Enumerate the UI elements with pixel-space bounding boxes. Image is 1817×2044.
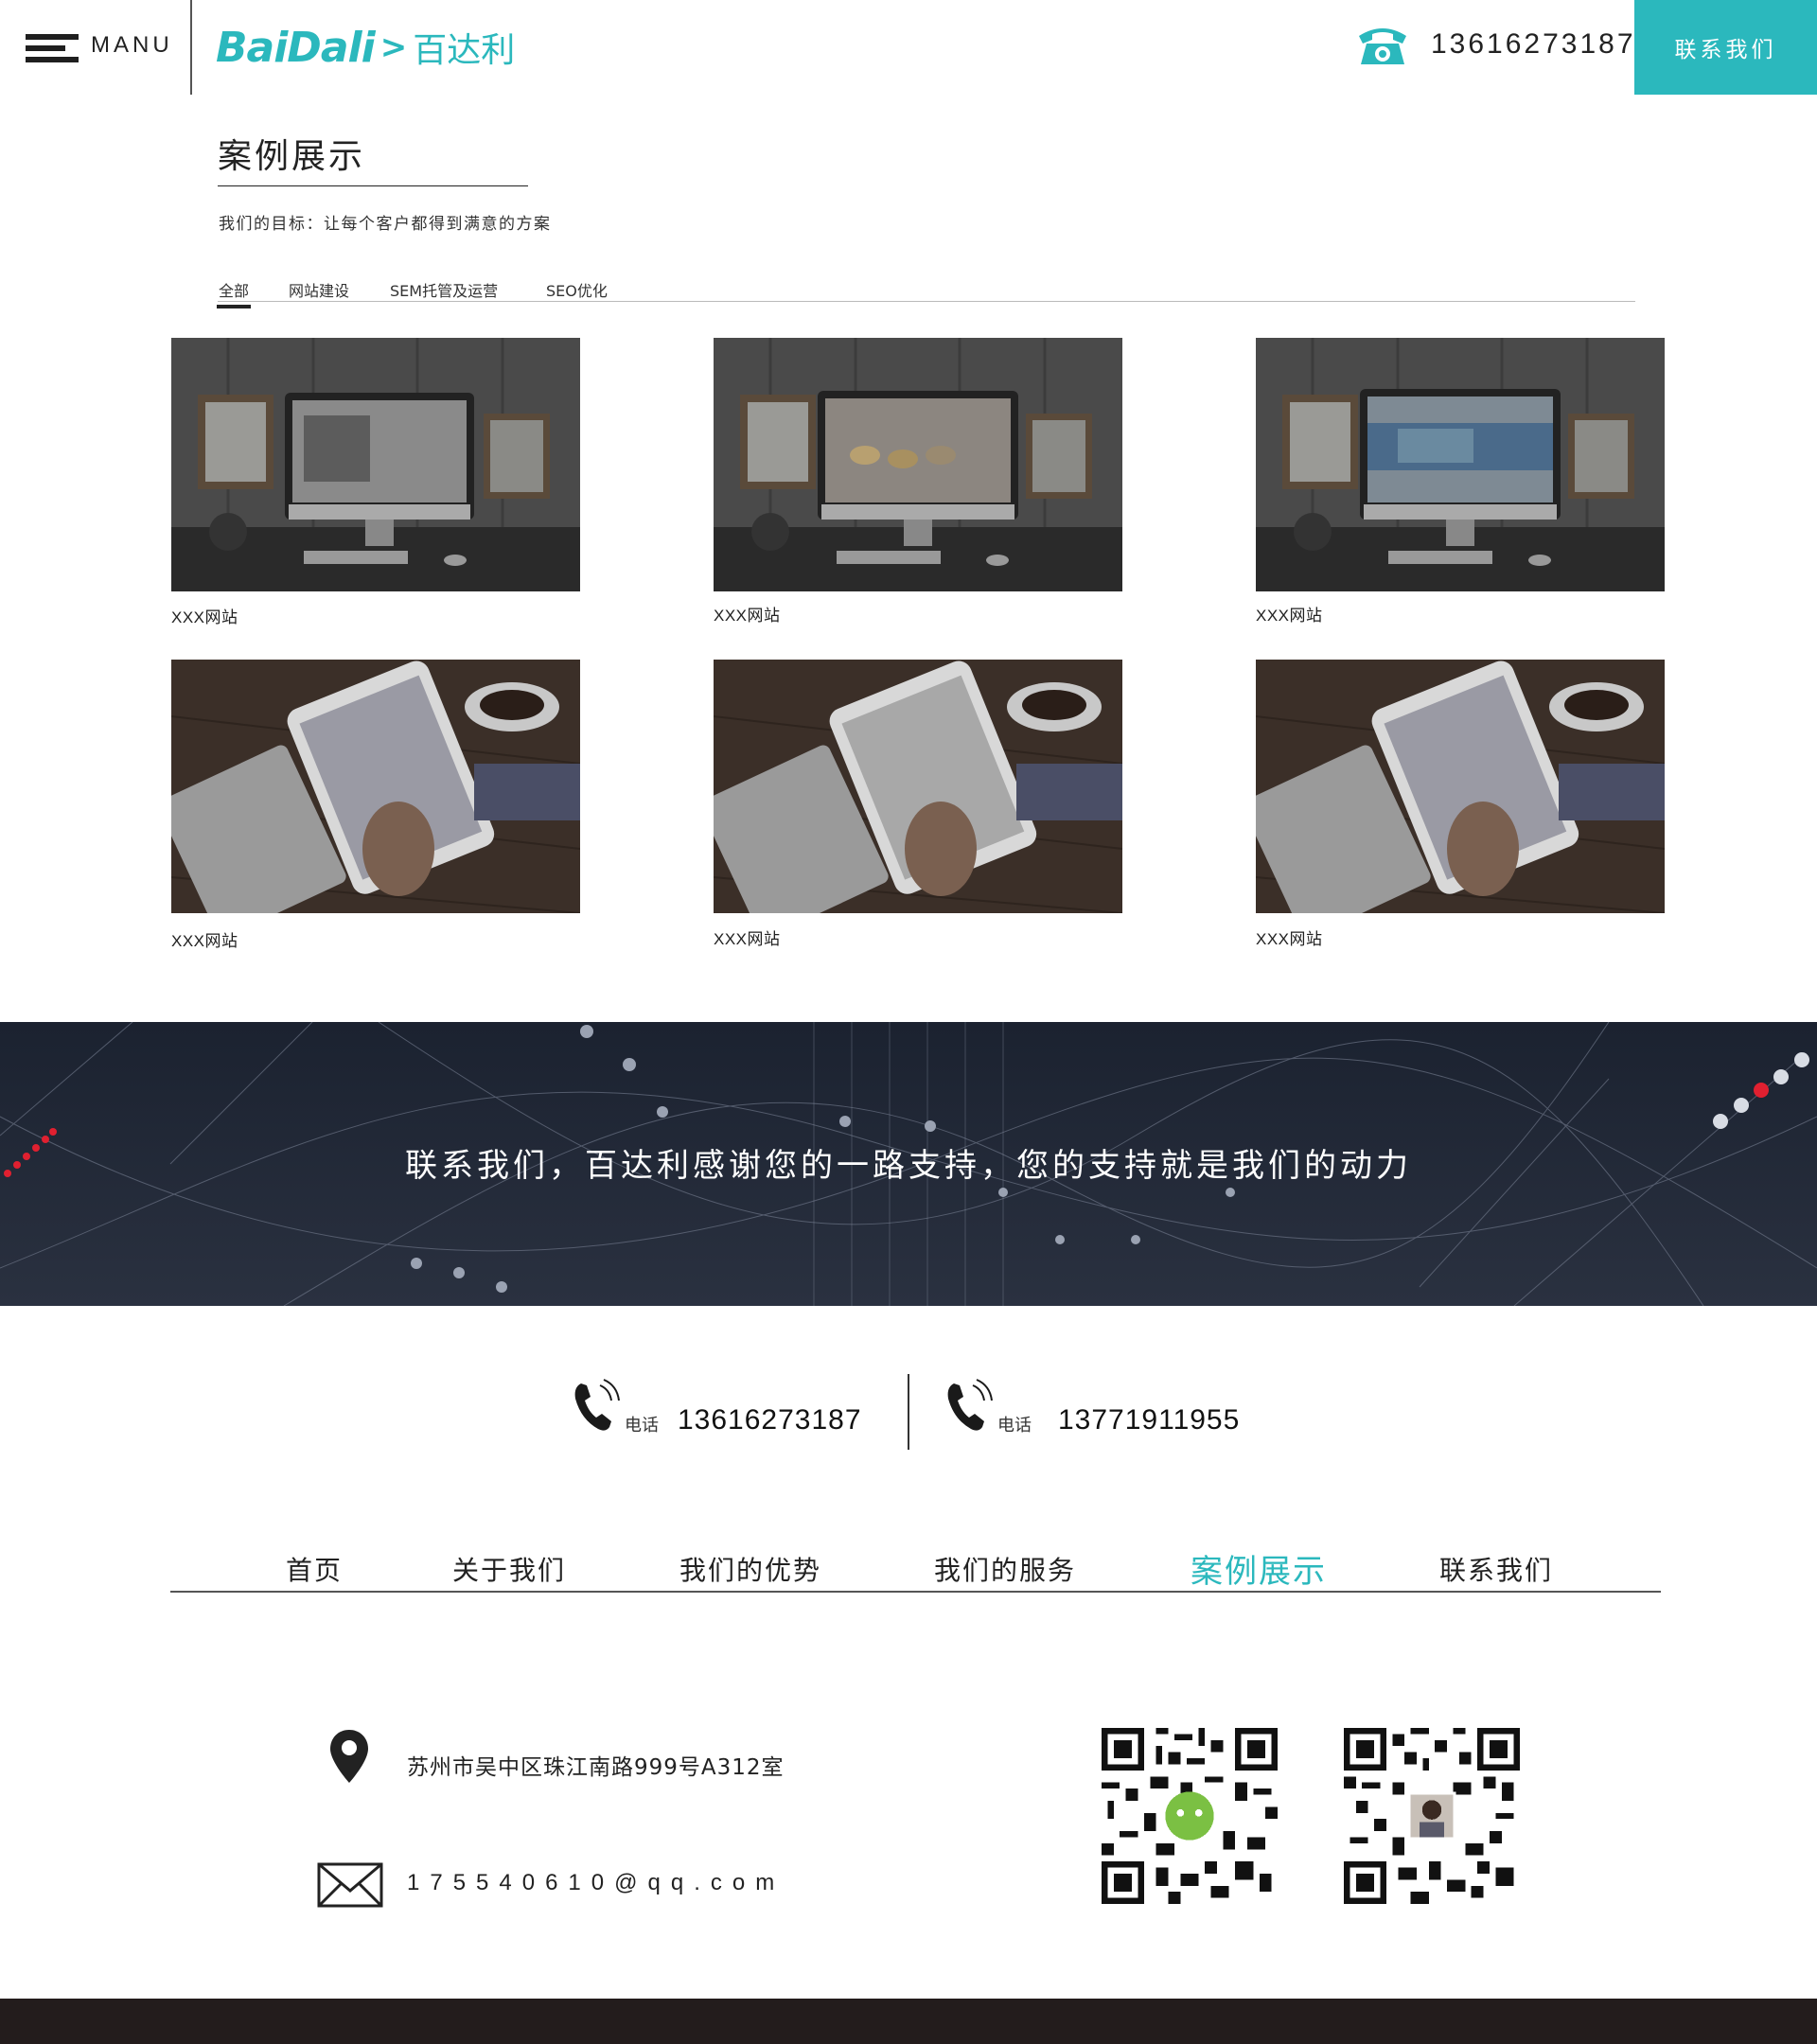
phone-label: 电话	[997, 1416, 1032, 1436]
desktop-monitor-mockup-image	[1256, 338, 1665, 591]
mail-icon	[317, 1862, 383, 1908]
wechat-qr-code	[1102, 1728, 1278, 1904]
banner-slogan: 联系我们，百达利感谢您的一路支持，您的支持就是我们的动力	[405, 1147, 1412, 1185]
case-card[interactable]	[1256, 660, 1665, 913]
phone-number[interactable]: 13616273187	[678, 1404, 862, 1436]
tablet-in-hand-mockup-image	[1256, 660, 1665, 913]
phone-label: 电话	[625, 1416, 659, 1436]
tablet-in-hand-mockup-image	[714, 660, 1122, 913]
logo-english: BaiDali	[216, 23, 376, 72]
footer-bar	[0, 1999, 1817, 2044]
logo-arrow: >	[379, 28, 408, 66]
footer-nav-services[interactable]: 我们的服务	[934, 1550, 1076, 1588]
company-address: 苏州市吴中区珠江南路999号A312室	[407, 1755, 785, 1780]
hamburger-menu-icon[interactable]	[26, 34, 79, 62]
case-caption: XXX网站	[171, 932, 238, 950]
footer-nav-cases[interactable]: 案例展示	[1191, 1545, 1327, 1592]
section-subtitle: 我们的目标：让每个客户都得到满意的方案	[219, 215, 552, 234]
case-card[interactable]	[171, 660, 580, 913]
footer-nav-advantages[interactable]: 我们的优势	[679, 1550, 821, 1588]
phone-number[interactable]: 13771911955	[1058, 1404, 1240, 1436]
phone-call-icon	[944, 1378, 996, 1433]
section-title: 案例展示	[218, 137, 366, 176]
footer-nav-home[interactable]: 首页	[286, 1550, 343, 1588]
tab-all[interactable]: 全部	[216, 278, 252, 308]
phone-divider	[908, 1374, 909, 1450]
personal-qr-code	[1344, 1728, 1520, 1904]
title-underline	[218, 185, 528, 186]
footer-nav-about[interactable]: 关于我们	[452, 1550, 566, 1588]
site-logo[interactable]: BaiDali > 百达利	[216, 21, 515, 74]
menu-label[interactable]: MANU	[91, 32, 173, 59]
case-card[interactable]	[714, 338, 1122, 591]
desktop-monitor-mockup-image	[171, 338, 580, 591]
company-email[interactable]: 175540610@qq.com	[407, 1870, 785, 1896]
header-phone-number[interactable]: 13616273187	[1431, 28, 1636, 61]
tabs-divider	[218, 301, 1635, 302]
footer-nav-line	[170, 1591, 1661, 1593]
case-filter-tabs: 全部 网站建设 SEM托管及运营 SEO优化	[216, 278, 1635, 308]
tablet-in-hand-mockup-image	[171, 660, 580, 913]
desktop-monitor-mockup-image	[714, 338, 1122, 591]
logo-chinese: 百达利	[413, 31, 516, 70]
footer-nav-contact[interactable]: 联系我们	[1439, 1550, 1553, 1588]
phone-call-icon	[572, 1378, 623, 1433]
case-card[interactable]	[1256, 338, 1665, 591]
case-caption: XXX网站	[171, 608, 238, 626]
case-card[interactable]	[171, 338, 580, 591]
contact-us-button[interactable]: 联系我们	[1634, 0, 1817, 95]
case-card[interactable]	[714, 660, 1122, 913]
tab-seo[interactable]: SEO优化	[546, 278, 608, 301]
tab-website-building[interactable]: 网站建设	[289, 278, 349, 301]
case-caption: XXX网站	[714, 930, 781, 948]
case-caption: XXX网站	[1256, 607, 1323, 625]
case-caption: XXX网站	[714, 607, 781, 625]
case-caption: XXX网站	[1256, 930, 1323, 948]
header-divider	[190, 0, 192, 95]
telephone-icon	[1355, 23, 1410, 66]
tab-sem[interactable]: SEM托管及运营	[390, 278, 498, 301]
location-pin-icon	[326, 1728, 372, 1785]
